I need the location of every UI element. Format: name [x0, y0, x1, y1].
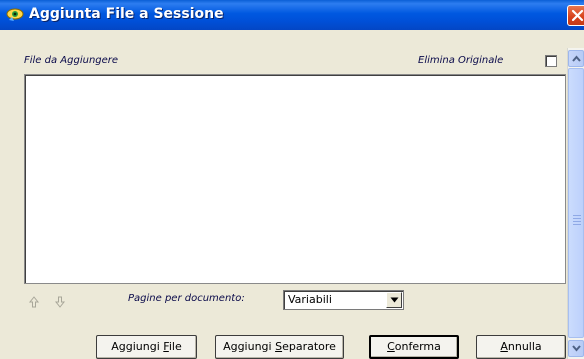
scroll-up-button[interactable]: [568, 50, 584, 67]
confirm-button[interactable]: Conferma: [369, 335, 459, 359]
cancel-button[interactable]: Annulla: [476, 335, 566, 359]
add-file-button[interactable]: Aggiungi File: [96, 335, 197, 359]
scroll-grip: [573, 215, 581, 227]
arrow-up-icon[interactable]: [28, 293, 40, 308]
scroll-thumb[interactable]: [568, 68, 584, 338]
file-list[interactable]: [24, 74, 566, 284]
vertical-scrollbar[interactable]: [567, 48, 584, 359]
close-button[interactable]: [567, 5, 584, 26]
dropdown-button[interactable]: [386, 292, 402, 308]
window-title: Aggiunta File a Sessione: [29, 6, 224, 22]
pages-per-document-value: Variabili: [288, 293, 332, 306]
add-separator-button[interactable]: Aggiungi Separatore: [215, 335, 344, 359]
delete-original-label: Elimina Originale: [418, 55, 504, 66]
delete-original-checkbox[interactable]: [545, 55, 557, 67]
arrow-down-icon[interactable]: [54, 293, 66, 308]
pages-per-document-select[interactable]: Variabili: [283, 290, 404, 310]
dialog-window: Aggiunta File a Sessione File da Aggiung…: [0, 0, 584, 359]
app-eye-icon: [6, 7, 24, 23]
title-bar[interactable]: Aggiunta File a Sessione: [0, 0, 584, 30]
scroll-down-button[interactable]: [568, 340, 584, 357]
files-to-add-label: File da Aggiungere: [24, 55, 119, 66]
pages-per-document-label: Pagine per documento:: [128, 293, 245, 304]
